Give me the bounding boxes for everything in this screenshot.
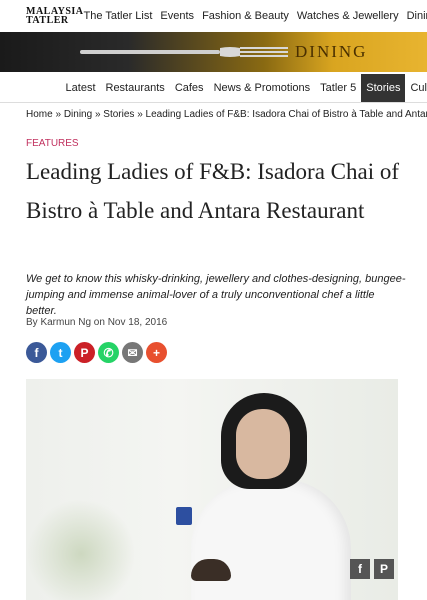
article-title: Leading Ladies of F&B: Isadora Chai of B… [26, 159, 400, 223]
pinterest-share-icon[interactable]: P [74, 342, 95, 363]
more-share-icon[interactable]: + [146, 342, 167, 363]
email-share-icon[interactable]: ✉ [122, 342, 143, 363]
breadcrumb-dining[interactable]: Dining [64, 109, 92, 120]
secnav-item-tatler-5[interactable]: Tatler 5 [315, 74, 361, 102]
hero-image: f P [26, 379, 398, 600]
image-facebook-share-icon[interactable]: f [350, 559, 370, 579]
category-tag[interactable]: FEATURES [26, 138, 79, 149]
twitter-share-icon[interactable]: t [50, 342, 71, 363]
breadcrumb-sep: » [94, 109, 101, 120]
whatsapp-share-icon[interactable]: ✆ [98, 342, 119, 363]
topnav-item-watches-jewellery[interactable]: Watches & Jewellery [297, 10, 399, 22]
nav-divider [0, 102, 427, 103]
topnav-item-events[interactable]: Events [160, 10, 194, 22]
breadcrumb-sep: » [137, 109, 143, 120]
secnav-item-latest[interactable]: Latest [61, 74, 101, 102]
fork-icon [80, 47, 288, 57]
breadcrumb-current: Leading Ladies of F&B: Isadora Chai of B… [145, 109, 427, 120]
teacup [176, 507, 192, 525]
banner-title: DINING [295, 42, 368, 61]
byline: By Karmun Ng on Nov 18, 2016 [26, 317, 168, 328]
logo[interactable]: MALAYSIA TATLER [0, 7, 84, 26]
section-banner: DINING [0, 32, 427, 72]
secnav-item-cafes[interactable]: Cafes [170, 74, 209, 102]
topnav-item-tatler-list[interactable]: The Tatler List [84, 10, 153, 22]
topnav-item-dining[interactable]: Dining [407, 10, 427, 22]
chef-coat [191, 479, 351, 600]
top-nav: MALAYSIA TATLER The Tatler List Events F… [0, 0, 427, 32]
logo-line2: TATLER [26, 15, 69, 26]
image-pinterest-share-icon[interactable]: P [374, 559, 394, 579]
plant-blur [26, 499, 136, 600]
facebook-share-icon[interactable]: f [26, 342, 47, 363]
breadcrumb-sep: » [55, 109, 62, 120]
article-dek: We get to know this whisky-drinking, jew… [26, 273, 406, 317]
section-nav: Latest Restaurants Cafes News & Promotio… [0, 74, 427, 102]
breadcrumb-stories[interactable]: Stories [103, 109, 134, 120]
breadcrumb: Home » Dining » Stories » Leading Ladies… [26, 109, 427, 120]
chef-face [236, 409, 290, 479]
breadcrumb-home[interactable]: Home [26, 109, 53, 120]
teapot [191, 559, 231, 581]
secnav-item-culture[interactable]: Cul [405, 74, 427, 102]
secnav-item-stories[interactable]: Stories [361, 74, 406, 102]
share-bar: f t P ✆ ✉ + [26, 342, 167, 363]
topnav-item-fashion-beauty[interactable]: Fashion & Beauty [202, 10, 289, 22]
secnav-item-restaurants[interactable]: Restaurants [101, 74, 170, 102]
secnav-item-news-promotions[interactable]: News & Promotions [209, 74, 316, 102]
